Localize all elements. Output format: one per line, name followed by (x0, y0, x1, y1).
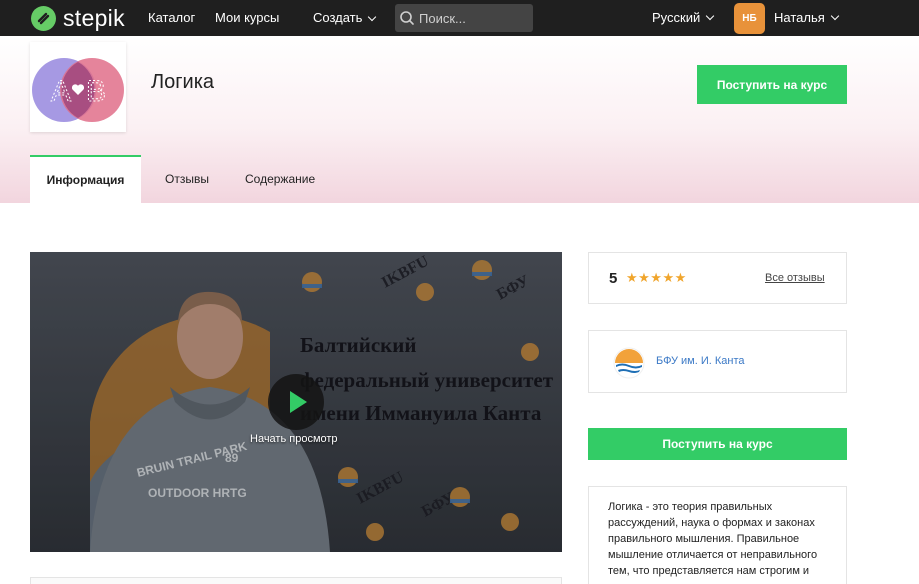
course-title: Логика (151, 71, 215, 93)
user-name-label: Наталья (774, 10, 825, 25)
nav-catalog-link[interactable]: Каталог (148, 10, 195, 26)
organization-card[interactable]: БФУ им. И. Канта (588, 330, 847, 393)
tab-contents[interactable]: Содержание (245, 155, 315, 203)
bfu-logo-icon (613, 347, 645, 379)
nav-my-courses-link[interactable]: Мои курсы (215, 10, 279, 26)
star-rating-icon: ★★★★★ (626, 270, 687, 285)
language-label: Русский (652, 10, 701, 25)
course-description-card: Логика - это теория правильных рассужден… (588, 486, 847, 584)
search-box[interactable] (395, 4, 533, 32)
play-icon (290, 391, 307, 413)
tab-reviews[interactable]: Отзывы (165, 155, 209, 203)
stepik-logo[interactable]: stepik (31, 5, 125, 31)
cover-letter-b: B (86, 75, 106, 108)
course-cover-image: A B (30, 42, 126, 132)
enroll-button-header[interactable]: Поступить на курс (697, 65, 847, 104)
user-menu[interactable]: Наталья (774, 10, 840, 25)
nav-create-label: Создать (313, 10, 363, 25)
tab-information[interactable]: Информация (30, 155, 141, 203)
rating-value: 5 (609, 270, 618, 287)
play-label[interactable]: Начать просмотр (250, 433, 338, 445)
chevron-down-icon (706, 11, 715, 21)
play-button[interactable] (268, 374, 324, 430)
brand-name: stepik (63, 5, 125, 31)
cover-letter-a: A (51, 75, 71, 108)
avatar[interactable]: НБ (734, 3, 765, 34)
chevron-down-icon (830, 11, 840, 21)
rating-card: 5 ★★★★★ Все отзывы (588, 252, 847, 304)
course-description: Логика - это теория правильных рассужден… (608, 501, 818, 577)
search-icon (395, 4, 419, 32)
video-info-panel (30, 577, 562, 584)
search-input[interactable] (419, 10, 527, 26)
all-reviews-link[interactable]: Все отзывы (765, 272, 825, 284)
nav-create-menu[interactable]: Создать (313, 10, 377, 26)
language-selector[interactable]: Русский (652, 10, 715, 25)
organization-name-link[interactable]: БФУ им. И. Канта (656, 355, 744, 367)
stepik-logo-icon (31, 5, 56, 31)
top-navbar: stepik Каталог Мои курсы Создать Русский… (0, 0, 919, 36)
enroll-button-sidebar[interactable]: Поступить на курс (588, 428, 847, 460)
chevron-down-icon (368, 12, 377, 21)
